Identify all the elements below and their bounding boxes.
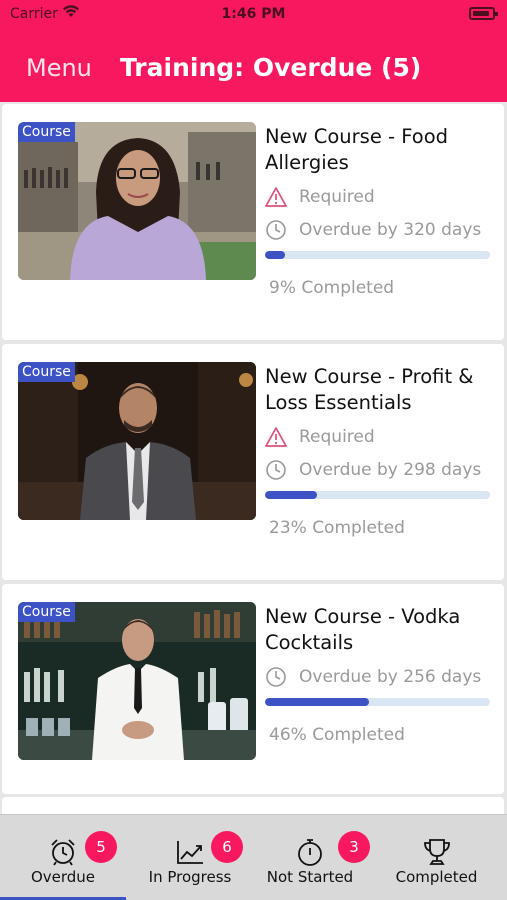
- progress-bar: [265, 698, 490, 706]
- course-thumbnail: Course: [18, 602, 256, 760]
- completed-label: 23% Completed: [269, 518, 405, 538]
- clock-icon: [266, 220, 286, 240]
- warning-icon: [265, 427, 287, 447]
- overdue-label: Overdue by 256 days: [299, 667, 482, 687]
- page-title: Training: Overdue (5): [120, 53, 422, 82]
- course-card[interactable]: Course New Course - Profit & Loss Essent…: [2, 344, 504, 580]
- course-tag: Course: [18, 122, 75, 142]
- tab-badge: 5: [85, 831, 117, 863]
- required-label: Required: [299, 427, 375, 447]
- progress-fill: [265, 251, 286, 259]
- progress-fill: [265, 491, 317, 499]
- trending-chart-icon: [177, 841, 203, 864]
- tab-label: Not Started: [266, 868, 354, 886]
- course-card[interactable]: Course New Course - Food Allergies Requi…: [2, 104, 504, 340]
- course-tag: Course: [18, 602, 75, 622]
- course-card[interactable]: Course New Course - Vodka Cocktails Over…: [2, 584, 504, 794]
- status-bar: Carrier 1:46 PM: [0, 0, 507, 28]
- tab-overdue[interactable]: 5 Overdue: [0, 815, 126, 900]
- completed-label: 46% Completed: [269, 725, 405, 745]
- header: Menu Training: Overdue (5): [0, 28, 507, 102]
- tab-bar: 5 Overdue 6 In Progress 3 Not Started Co…: [0, 814, 507, 900]
- course-title[interactable]: New Course - Profit & Loss Essentials: [265, 364, 497, 416]
- clock-icon: [266, 667, 286, 687]
- course-list[interactable]: Course New Course - Food Allergies Requi…: [0, 102, 507, 814]
- tab-label: In Progress: [148, 868, 232, 886]
- course-thumbnail: Course: [18, 122, 256, 280]
- overdue-label: Overdue by 320 days: [299, 220, 482, 240]
- clock-icon: [266, 460, 286, 480]
- course-tag: Course: [18, 362, 75, 382]
- warning-icon: [265, 187, 287, 207]
- completed-label: 9% Completed: [269, 278, 395, 298]
- overdue-label: Overdue by 298 days: [299, 460, 482, 480]
- progress-bar: [265, 251, 490, 259]
- stopwatch-icon: [298, 839, 322, 866]
- tab-label: Overdue: [30, 868, 96, 886]
- clock-time: 1:46 PM: [221, 6, 286, 22]
- course-thumbnail-image: [18, 602, 256, 760]
- course-thumbnail: Course: [18, 362, 256, 520]
- course-thumbnail-image: [18, 362, 256, 520]
- tab-not-started[interactable]: 3 Not Started: [254, 815, 370, 900]
- alarm-clock-icon: [51, 839, 75, 866]
- required-label: Required: [299, 187, 375, 207]
- tab-badge: 6: [211, 831, 243, 863]
- tab-completed[interactable]: Completed: [366, 815, 507, 900]
- menu-button[interactable]: Menu: [26, 54, 92, 82]
- progress-fill: [265, 698, 369, 706]
- course-thumbnail-image: [18, 122, 256, 280]
- progress-bar: [265, 491, 490, 499]
- course-title[interactable]: New Course - Food Allergies: [265, 124, 497, 176]
- battery-icon: [469, 7, 498, 20]
- course-title[interactable]: New Course - Vodka Cocktails: [265, 604, 497, 656]
- tab-in-progress[interactable]: 6 In Progress: [126, 815, 254, 900]
- course-card[interactable]: [2, 797, 504, 814]
- trophy-icon: [423, 839, 450, 865]
- tab-label: Completed: [395, 868, 478, 886]
